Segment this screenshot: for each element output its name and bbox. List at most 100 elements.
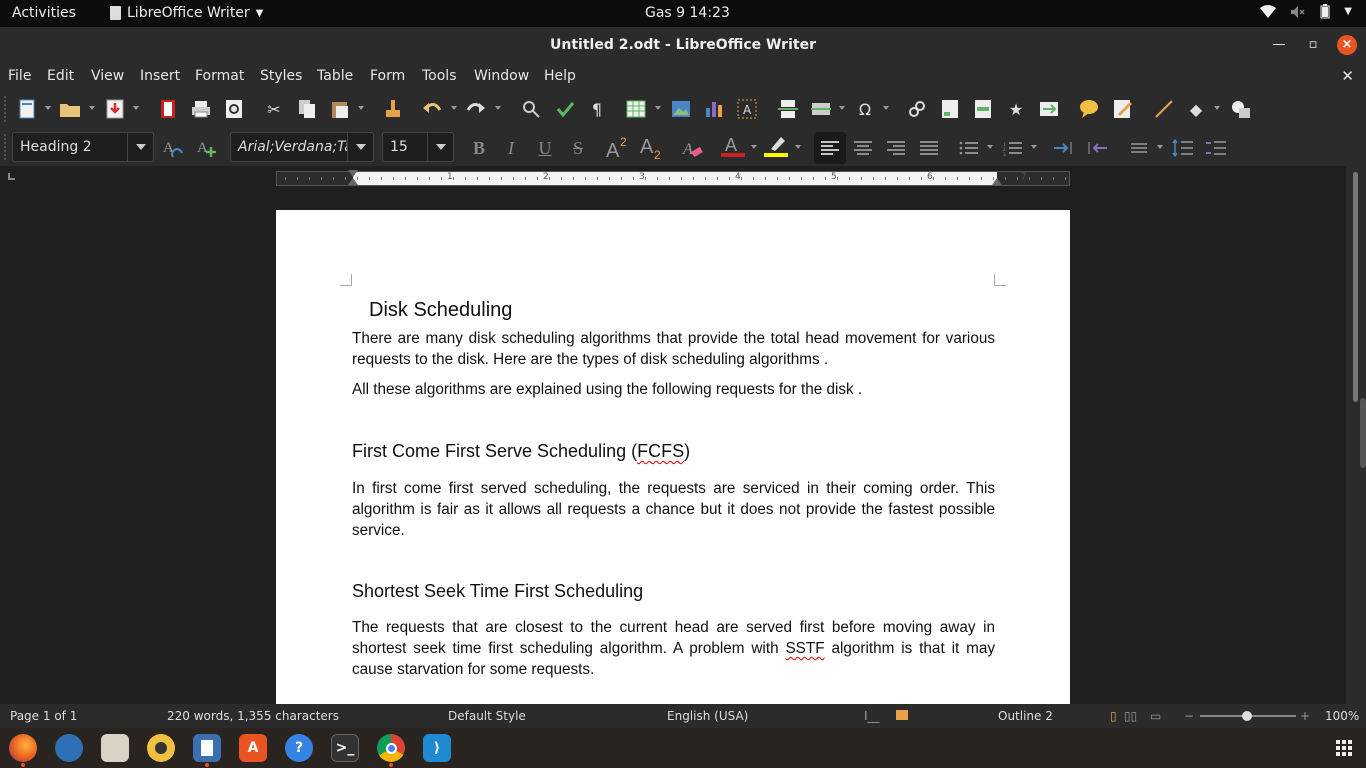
- chrome-icon[interactable]: [377, 734, 405, 767]
- new-style-icon[interactable]: A: [196, 137, 218, 159]
- chevron-down-icon[interactable]: [655, 106, 661, 110]
- print-icon[interactable]: [190, 98, 212, 120]
- chevron-down-icon[interactable]: [347, 133, 373, 161]
- paragraph-intro-1[interactable]: There are many disk scheduling algorithm…: [352, 328, 995, 370]
- menu-tools[interactable]: Tools: [422, 68, 457, 84]
- language[interactable]: English (USA): [667, 709, 748, 723]
- insert-field-icon[interactable]: [810, 98, 832, 120]
- chevron-down-icon[interactable]: [987, 145, 993, 149]
- decrease-paragraph-spacing-button[interactable]: [1202, 135, 1230, 161]
- font-size-value[interactable]: 15: [383, 139, 427, 155]
- align-left-button[interactable]: [814, 132, 846, 164]
- clear-formatting-icon[interactable]: A: [682, 137, 704, 159]
- bold-button[interactable]: B: [465, 135, 493, 161]
- increase-indent-button[interactable]: [1050, 135, 1078, 161]
- terminal-icon[interactable]: >_: [331, 734, 359, 762]
- tab-stop-selector-icon[interactable]: [8, 173, 15, 180]
- basic-shapes-icon[interactable]: ◆: [1185, 98, 1207, 120]
- multi-page-view-icon[interactable]: ▯▯: [1124, 709, 1137, 723]
- menu-edit[interactable]: Edit: [47, 68, 74, 84]
- minimize-button[interactable]: —: [1269, 35, 1289, 55]
- chevron-down-icon[interactable]: [795, 145, 801, 149]
- zoom-out-icon[interactable]: −: [1184, 709, 1194, 723]
- increase-paragraph-spacing-button[interactable]: [1169, 135, 1197, 161]
- zoom-level[interactable]: 100%: [1325, 709, 1359, 723]
- redo-icon[interactable]: [465, 98, 487, 120]
- italic-button[interactable]: I: [497, 135, 525, 161]
- decrease-indent-button[interactable]: [1083, 135, 1111, 161]
- insert-image-icon[interactable]: [670, 98, 692, 120]
- update-style-icon[interactable]: A: [162, 137, 184, 159]
- page-style[interactable]: Default Style: [448, 709, 526, 723]
- cross-reference-icon[interactable]: [1038, 98, 1060, 120]
- paragraph-fcfs[interactable]: In first come first served scheduling, t…: [352, 478, 995, 541]
- copy-icon[interactable]: [296, 98, 318, 120]
- document-canvas[interactable]: Disk Scheduling There are many disk sche…: [0, 192, 1346, 704]
- menu-insert[interactable]: Insert: [140, 68, 180, 84]
- vscode-icon[interactable]: ⟩: [423, 734, 451, 762]
- save-icon[interactable]: [104, 98, 126, 120]
- line-spacing-button[interactable]: [1125, 135, 1153, 161]
- chevron-down-icon[interactable]: [451, 106, 457, 110]
- vertical-scrollbar[interactable]: [1346, 166, 1366, 704]
- strikethrough-button[interactable]: S: [564, 135, 592, 161]
- font-name-combo[interactable]: Arial;Verdana;Ta: [230, 132, 374, 162]
- activities-button[interactable]: Activities: [12, 5, 76, 21]
- font-name-value[interactable]: Arial;Verdana;Ta: [231, 139, 347, 155]
- zoom-in-icon[interactable]: +: [1300, 709, 1310, 723]
- paste-icon[interactable]: [329, 98, 351, 120]
- insert-textbox-icon[interactable]: A: [736, 98, 758, 120]
- special-character-icon[interactable]: Ω: [854, 98, 876, 120]
- superscript-icon[interactable]: A2: [604, 135, 632, 159]
- align-center-button[interactable]: [849, 135, 877, 161]
- maximize-button[interactable]: ▫: [1303, 35, 1323, 55]
- close-window-button[interactable]: ×: [1337, 35, 1357, 55]
- book-view-icon[interactable]: ▭: [1150, 709, 1161, 723]
- spelling-icon[interactable]: [554, 98, 576, 120]
- document-modified-icon[interactable]: [896, 710, 908, 720]
- cut-icon[interactable]: ✂: [263, 98, 285, 120]
- horizontal-ruler[interactable]: 1 2 3 4 5 6 7: [276, 170, 1070, 186]
- ordered-list-button[interactable]: 123: [999, 135, 1027, 161]
- comment-icon[interactable]: [1079, 98, 1101, 120]
- insert-page-break-icon[interactable]: [777, 98, 799, 120]
- font-color-icon[interactable]: A: [720, 135, 748, 157]
- sidebar-toggle-handle[interactable]: [1360, 398, 1366, 468]
- rhythmbox-icon[interactable]: [147, 734, 175, 762]
- thunderbird-icon[interactable]: [55, 734, 83, 762]
- heading-sstf[interactable]: Shortest Seek Time First Scheduling: [352, 581, 643, 602]
- insert-table-icon[interactable]: [625, 98, 647, 120]
- undo-icon[interactable]: [421, 98, 443, 120]
- app-menu[interactable]: LibreOffice Writer ▼: [110, 5, 263, 21]
- new-document-icon[interactable]: [16, 98, 38, 120]
- chevron-down-icon[interactable]: [1214, 106, 1220, 110]
- page-count[interactable]: Page 1 of 1: [10, 709, 77, 723]
- help-icon[interactable]: ?: [285, 734, 313, 762]
- insert-chart-icon[interactable]: [703, 98, 725, 120]
- chevron-down-icon[interactable]: [751, 145, 757, 149]
- align-right-button[interactable]: [882, 135, 910, 161]
- chevron-down-icon[interactable]: [358, 106, 364, 110]
- scrollbar-thumb[interactable]: [1353, 172, 1358, 402]
- insert-mode-icon[interactable]: I__: [864, 709, 880, 723]
- paragraph-style-combo[interactable]: Heading 2: [12, 132, 154, 162]
- underline-button[interactable]: U: [531, 135, 559, 161]
- menu-view[interactable]: View: [91, 68, 124, 84]
- writer-icon[interactable]: [193, 734, 221, 767]
- firefox-icon[interactable]: [9, 734, 37, 767]
- word-count[interactable]: 220 words, 1,355 characters: [167, 709, 339, 723]
- chevron-down-icon[interactable]: [45, 106, 51, 110]
- toolbar-grip[interactable]: [4, 134, 7, 160]
- toolbar-grip[interactable]: [4, 96, 7, 122]
- menu-table[interactable]: Table: [317, 68, 353, 84]
- spelling-error-fcfs[interactable]: FCFS: [637, 441, 684, 461]
- heading-disk-scheduling[interactable]: Disk Scheduling: [369, 299, 512, 322]
- menu-styles[interactable]: Styles: [260, 68, 302, 84]
- find-replace-icon[interactable]: [520, 98, 542, 120]
- first-line-indent-marker[interactable]: [348, 170, 358, 177]
- menu-file[interactable]: File: [8, 68, 31, 84]
- single-page-view-icon[interactable]: ▯: [1110, 709, 1117, 723]
- bookmark-icon[interactable]: ★: [1005, 98, 1027, 120]
- font-size-combo[interactable]: 15: [382, 132, 454, 162]
- export-pdf-icon[interactable]: [157, 98, 179, 120]
